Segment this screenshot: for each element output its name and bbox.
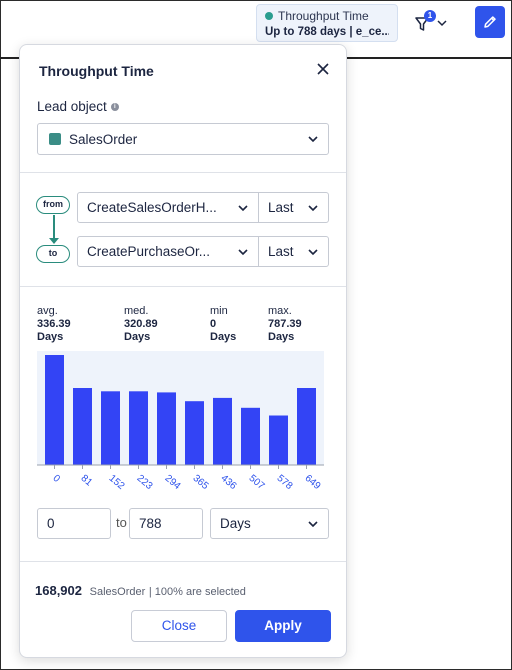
histogram-bar[interactable]: [241, 407, 260, 465]
x-tick-label: 0: [51, 473, 63, 485]
filter-chip-throughput-time[interactable]: Throughput Time Up to 788 days | e_ce...: [256, 4, 398, 42]
histogram-bar[interactable]: [297, 388, 316, 465]
stat-min: min 0 Days: [210, 305, 237, 343]
lead-object-label: Lead object i: [37, 99, 119, 114]
histogram-bar[interactable]: [73, 388, 92, 465]
x-tick-label: 507: [247, 473, 267, 492]
x-tick-label: 223: [135, 473, 155, 492]
selection-object: SalesOrder: [89, 586, 146, 598]
to-occurrence-select[interactable]: Last: [258, 236, 329, 267]
chevron-down-icon: [238, 204, 248, 211]
stat-median: med. 320.89 Days: [124, 305, 158, 343]
close-button[interactable]: Close: [131, 610, 227, 642]
histogram-bar[interactable]: [101, 391, 120, 465]
section-divider: [20, 561, 346, 562]
selection-count: 168,902: [35, 583, 82, 598]
filter-dropdown-button[interactable]: 1: [414, 10, 448, 34]
x-tick-label: 152: [107, 473, 127, 492]
filter-count-badge: 1: [424, 10, 436, 22]
pencil-icon: [484, 16, 496, 28]
stat-avg: avg. 336.39 Days: [37, 305, 71, 343]
chip-value: Up to 788 days | e_ce...: [265, 26, 389, 38]
throughput-histogram[interactable]: 0 81 152 223 294 365 436 507 578 649: [37, 351, 327, 497]
chevron-down-icon: [308, 136, 318, 143]
x-tick-label: 81: [79, 473, 95, 489]
lead-object-value: SalesOrder: [69, 131, 138, 147]
close-icon[interactable]: [314, 60, 332, 78]
histogram-bar[interactable]: [213, 397, 232, 465]
histogram-bar[interactable]: [185, 401, 204, 465]
section-divider: [20, 286, 346, 287]
from-occurrence-select[interactable]: Last: [258, 192, 329, 223]
info-icon[interactable]: i: [110, 102, 119, 111]
histogram-bar[interactable]: [269, 415, 288, 466]
object-color-swatch: [49, 133, 61, 145]
x-tick-label: 578: [275, 473, 295, 492]
status-dot-icon: [265, 12, 273, 20]
x-tick-label: 436: [219, 473, 239, 492]
to-event-select[interactable]: CreatePurchaseOr...: [77, 236, 259, 267]
arrow-down-icon: [49, 238, 59, 244]
to-node: to: [36, 245, 70, 263]
throughput-time-popup: Throughput Time Lead object i SalesOrder…: [19, 44, 347, 658]
histogram-bar[interactable]: [157, 392, 176, 465]
popup-title: Throughput Time: [39, 63, 154, 79]
edit-button[interactable]: [475, 6, 505, 38]
chevron-down-icon: [308, 204, 318, 211]
selection-summary: 168,902 SalesOrder | 100% are selected: [35, 583, 246, 598]
from-node: from: [36, 196, 70, 214]
selection-percent: | 100% are selected: [148, 586, 246, 598]
x-tick-label: 649: [303, 473, 323, 492]
histogram-bar[interactable]: [129, 391, 148, 465]
histogram-bar[interactable]: [45, 355, 64, 465]
chevron-down-icon: [308, 248, 318, 255]
chevron-down-icon: [308, 520, 318, 527]
stat-max: max. 787.39 Days: [268, 305, 302, 343]
apply-button[interactable]: Apply: [235, 610, 331, 642]
range-to-input[interactable]: 788: [129, 508, 203, 539]
from-event-select[interactable]: CreateSalesOrderH...: [77, 192, 259, 223]
chevron-down-icon: [238, 248, 248, 255]
lead-object-select[interactable]: SalesOrder: [37, 123, 329, 155]
range-unit-select[interactable]: Days: [210, 508, 329, 539]
chip-title: Throughput Time: [278, 9, 369, 23]
section-divider: [20, 172, 346, 173]
range-from-input[interactable]: 0: [37, 508, 111, 539]
x-tick-label: 294: [163, 473, 183, 492]
x-tick-label: 365: [191, 473, 211, 492]
range-to-label: to: [116, 515, 127, 530]
